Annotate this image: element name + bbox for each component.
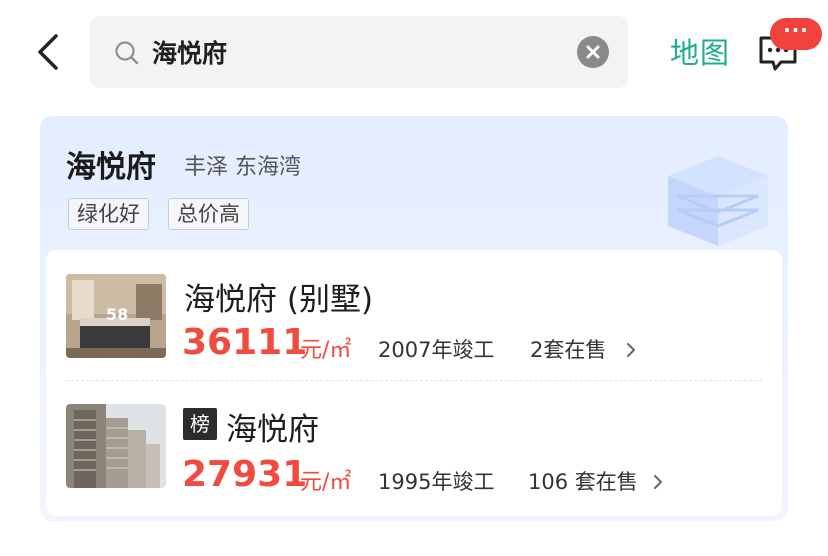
on-sale-count: 106 套在售 [528,470,638,494]
ranking-badge: 榜 [183,408,217,440]
chevron-right-icon [654,475,662,489]
chevron-right-icon [627,343,635,357]
listing-item[interactable]: 榜 海悦府 27931 元/㎡ 1995年竣工 106 套在售 [46,382,782,510]
building-illustration-icon [668,156,768,246]
notification-badge: ··· [770,18,822,50]
build-year: 1995年竣工 [378,470,495,494]
listing-item[interactable]: 58 海悦府 (别墅) 36111 元/㎡ 2007年竣工 2套在售 [46,250,782,378]
listing-thumbnail [66,404,166,488]
listing-title: 海悦府 (别墅) [184,282,374,318]
search-icon [115,41,139,65]
chevron-left-icon [38,34,58,70]
price-unit: 元/㎡ [300,470,352,495]
divider [66,380,762,381]
on-sale-count: 2套在售 [530,338,607,362]
listing-price: 27931 [182,454,308,495]
community-name[interactable]: 海悦府 [66,142,156,186]
listing-thumbnail: 58 [66,274,166,358]
listing-price: 36111 [182,322,308,363]
clear-search-button[interactable] [577,36,609,68]
search-bar[interactable] [90,16,628,88]
community-area: 丰泽 东海湾 [184,155,301,180]
tag-high-total-price: 总价高 [168,198,249,230]
watermark-text: 58 [106,305,128,324]
back-button[interactable] [28,30,72,74]
listing-list: 58 海悦府 (别墅) 36111 元/㎡ 2007年竣工 2套在售 榜 海悦府… [46,250,782,516]
search-input[interactable] [152,30,552,74]
community-card[interactable]: 海悦府 丰泽 东海湾 绿化好 总价高 58 海悦府 (别墅) 36111 元/㎡ [40,116,788,521]
tag-greening: 绿化好 [68,198,149,230]
build-year: 2007年竣工 [378,338,495,362]
listing-title: 海悦府 [226,412,319,448]
price-unit: 元/㎡ [300,338,352,363]
close-icon [586,45,600,59]
map-link[interactable]: 地图 [670,30,730,72]
